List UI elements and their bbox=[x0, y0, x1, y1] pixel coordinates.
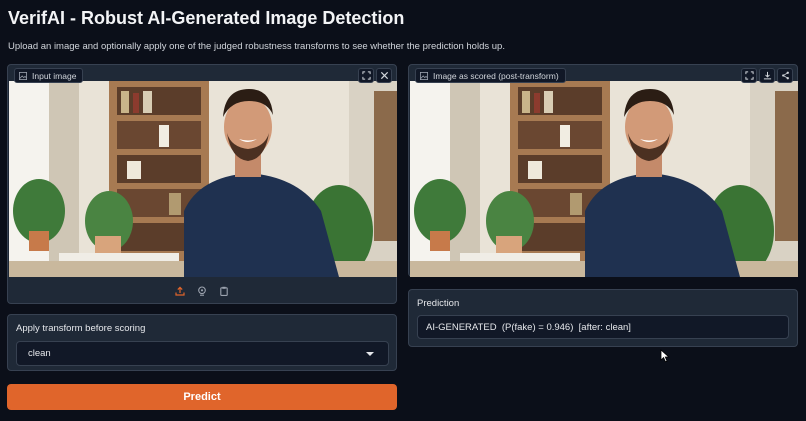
scored-image-label: Image as scored (post-transform) bbox=[433, 70, 559, 81]
image-icon bbox=[420, 71, 428, 80]
fullscreen-icon bbox=[361, 71, 371, 80]
share-icon bbox=[781, 71, 789, 80]
scored-image bbox=[410, 81, 798, 277]
webcam-source-button[interactable] bbox=[195, 284, 209, 298]
close-icon bbox=[380, 71, 388, 80]
page-title: VerifAI - Robust AI-Generated Image Dete… bbox=[8, 8, 405, 28]
caret-down-icon bbox=[366, 352, 374, 356]
clipboard-icon bbox=[220, 286, 228, 296]
transform-panel: Apply transform before scoring clean bbox=[7, 314, 397, 371]
prediction-panel: Prediction AI-GENERATED (P(fake) = 0.946… bbox=[408, 289, 798, 347]
upload-icon bbox=[175, 286, 185, 296]
fullscreen-button[interactable] bbox=[358, 68, 374, 83]
prediction-output[interactable]: AI-GENERATED (P(fake) = 0.946) [after: c… bbox=[417, 315, 789, 339]
transform-selected-value: clean bbox=[28, 348, 51, 359]
page-subtitle: Upload an image and optionally apply one… bbox=[8, 41, 505, 52]
download-icon bbox=[763, 71, 771, 80]
clear-image-button[interactable] bbox=[376, 68, 392, 83]
scored-image-panel: Image as scored (post-transform) bbox=[408, 64, 798, 277]
input-image-label: Input image bbox=[32, 70, 77, 81]
input-image[interactable] bbox=[9, 81, 397, 277]
fullscreen-button[interactable] bbox=[741, 68, 757, 83]
input-source-toolbar bbox=[8, 278, 396, 304]
upload-source-button[interactable] bbox=[173, 284, 187, 298]
share-button[interactable] bbox=[777, 68, 793, 83]
clipboard-source-button[interactable] bbox=[217, 284, 231, 298]
webcam-icon bbox=[198, 286, 206, 296]
mouse-cursor-icon bbox=[660, 349, 670, 363]
image-icon bbox=[19, 71, 27, 80]
transform-dropdown[interactable]: clean bbox=[16, 341, 389, 366]
fullscreen-icon bbox=[744, 71, 754, 80]
input-image-label-chip: Input image bbox=[14, 68, 84, 83]
transform-label: Apply transform before scoring bbox=[16, 323, 146, 334]
prediction-label: Prediction bbox=[417, 298, 460, 309]
input-image-panel[interactable]: Input image bbox=[7, 64, 397, 304]
download-button[interactable] bbox=[759, 68, 775, 83]
scored-image-label-chip: Image as scored (post-transform) bbox=[415, 68, 566, 83]
predict-button[interactable]: Predict bbox=[7, 384, 397, 410]
